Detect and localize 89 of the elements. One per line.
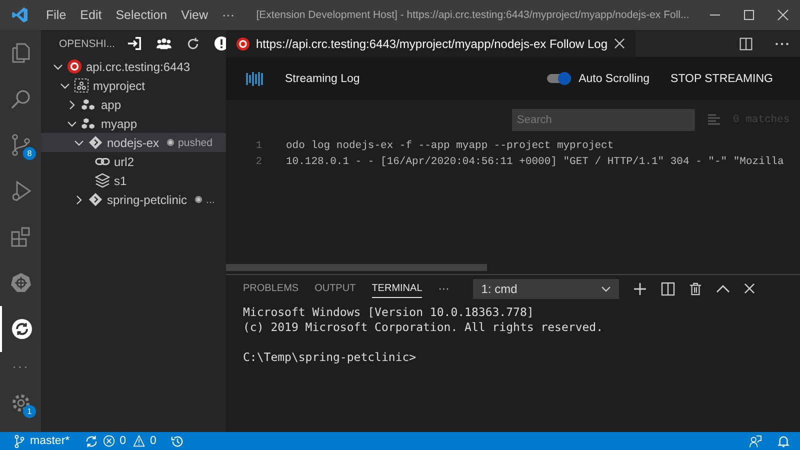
terminal-dropdown[interactable]: 1: cmd xyxy=(473,278,620,298)
more-button[interactable]: ··· xyxy=(438,282,450,294)
cubes-icon xyxy=(81,116,97,131)
menu-item[interactable]: View xyxy=(174,8,216,22)
tree-label: myapp xyxy=(101,116,138,130)
component-icon xyxy=(88,135,103,150)
editor-tab[interactable]: https://api.crc.testing:6443/myproject/myapp/nodejs-ex Follow Log xyxy=(226,30,635,57)
split-editor-icon[interactable] xyxy=(739,36,753,50)
terminal-line: (c) 2019 Microsoft Corporation. All rights reserved. xyxy=(243,320,604,334)
component-status: ... xyxy=(206,194,215,206)
tree-item[interactable]: app xyxy=(41,95,226,114)
tree-item[interactable]: api.crc.testing:6443 xyxy=(41,57,226,76)
log-line: 10.128.0.1 - - [16/Apr/2020:04:56:11 +0000] "GET / HTTP/1.1" 304 - "-" "Mozilla xyxy=(286,156,784,168)
trash-icon[interactable] xyxy=(689,282,702,296)
chevron-up-icon[interactable] xyxy=(716,284,730,292)
tree-label: nodejs-ex xyxy=(107,136,160,150)
warning-count[interactable]: 0 xyxy=(150,435,156,447)
people-icon[interactable] xyxy=(156,36,172,51)
window-title: [Extension Development Host] - https://api.crc.testing:6443/myproject/myapp/nodejs-ex Foll... xyxy=(255,9,690,21)
sidebar-title: OPENSHI... xyxy=(59,38,116,50)
line-number: 2 xyxy=(254,156,263,168)
sync-circle-icon xyxy=(10,317,34,341)
count-badge: 8 xyxy=(23,147,36,160)
line-number: 1 xyxy=(254,140,263,152)
status-dot-icon xyxy=(194,195,204,204)
chevron-down-icon xyxy=(601,286,612,292)
cubes-icon xyxy=(81,97,97,112)
cluster-icon xyxy=(67,59,82,74)
chevron-icon xyxy=(74,194,84,204)
panel-tab[interactable]: TERMINAL xyxy=(372,279,422,298)
branch-icon[interactable] xyxy=(14,434,25,448)
stop-streaming-button[interactable]: STOP STREAMING xyxy=(670,68,773,88)
close-icon[interactable] xyxy=(744,283,756,294)
count-badge: 1 xyxy=(23,405,36,418)
panel-tab[interactable]: OUTPUT xyxy=(314,279,356,298)
toggle-switch[interactable] xyxy=(546,74,571,83)
wheel-icon xyxy=(8,271,32,295)
menu-item[interactable]: Edit xyxy=(73,8,109,22)
component-status: pushed xyxy=(178,136,212,148)
search-field[interactable]: Search xyxy=(512,109,695,131)
tree-label: app xyxy=(101,98,122,112)
stream-icon xyxy=(246,70,264,86)
close-icon[interactable] xyxy=(614,38,625,49)
tree-item[interactable]: s1 xyxy=(41,171,226,190)
terminal-line: Microsoft Windows [Version 10.0.18363.778] xyxy=(243,305,534,319)
project-icon xyxy=(74,78,89,93)
more-icon[interactable] xyxy=(775,42,789,46)
bell-icon[interactable] xyxy=(777,434,790,448)
branch-name[interactable]: master* xyxy=(30,435,70,447)
maximize-icon[interactable] xyxy=(743,9,755,21)
activity-bar-item[interactable]: 8 xyxy=(0,122,41,168)
tree-item[interactable]: spring-petclinic ... xyxy=(41,190,226,209)
tree-label: s1 xyxy=(114,174,127,188)
vscode-logo-icon xyxy=(11,6,29,24)
toggle-label: Auto Scrolling xyxy=(578,72,650,84)
tree-label: url2 xyxy=(114,154,134,168)
terminal-line: C:\Temp\spring-petclinic> xyxy=(243,350,416,364)
settings-button[interactable]: 1 xyxy=(0,380,41,426)
menu-item[interactable]: Selection xyxy=(108,8,174,22)
webview-title: Streaming Log xyxy=(285,72,360,84)
login-icon[interactable] xyxy=(127,36,142,51)
error-icon[interactable] xyxy=(102,435,115,447)
tree-item[interactable]: myapp xyxy=(41,114,226,133)
menu-item[interactable]: File xyxy=(39,8,74,22)
refresh-icon[interactable] xyxy=(186,36,200,50)
tree-item[interactable]: url2 xyxy=(41,152,226,171)
component-icon xyxy=(88,192,103,207)
scrollbar[interactable] xyxy=(226,264,487,271)
close-icon[interactable] xyxy=(777,9,789,21)
tree-label: api.crc.testing:6443 xyxy=(86,60,190,74)
log-line: odo log nodejs-ex -f --app myapp --project myproject xyxy=(286,140,614,152)
warning-icon[interactable] xyxy=(133,435,146,447)
tree-item[interactable]: nodejs-ex pushed xyxy=(41,133,226,152)
tree-label: myproject xyxy=(93,78,146,92)
tree-label: spring-petclinic xyxy=(107,192,188,206)
layers-icon xyxy=(95,173,110,188)
menu-more[interactable]: ··· xyxy=(215,8,242,22)
tree-item[interactable]: myproject xyxy=(41,76,226,95)
extensions-icon xyxy=(8,225,32,249)
status-dot-icon xyxy=(166,138,176,147)
history-icon[interactable] xyxy=(171,434,184,448)
search-icon xyxy=(8,87,32,111)
error-count[interactable]: 0 xyxy=(120,435,126,447)
panel-tab[interactable]: PROBLEMS xyxy=(243,279,299,298)
cluster-icon xyxy=(236,36,250,50)
split-terminal-icon[interactable] xyxy=(661,282,676,296)
plus-icon[interactable] xyxy=(633,282,648,296)
feedback-icon[interactable] xyxy=(749,434,762,448)
sync-icon[interactable] xyxy=(84,434,98,448)
